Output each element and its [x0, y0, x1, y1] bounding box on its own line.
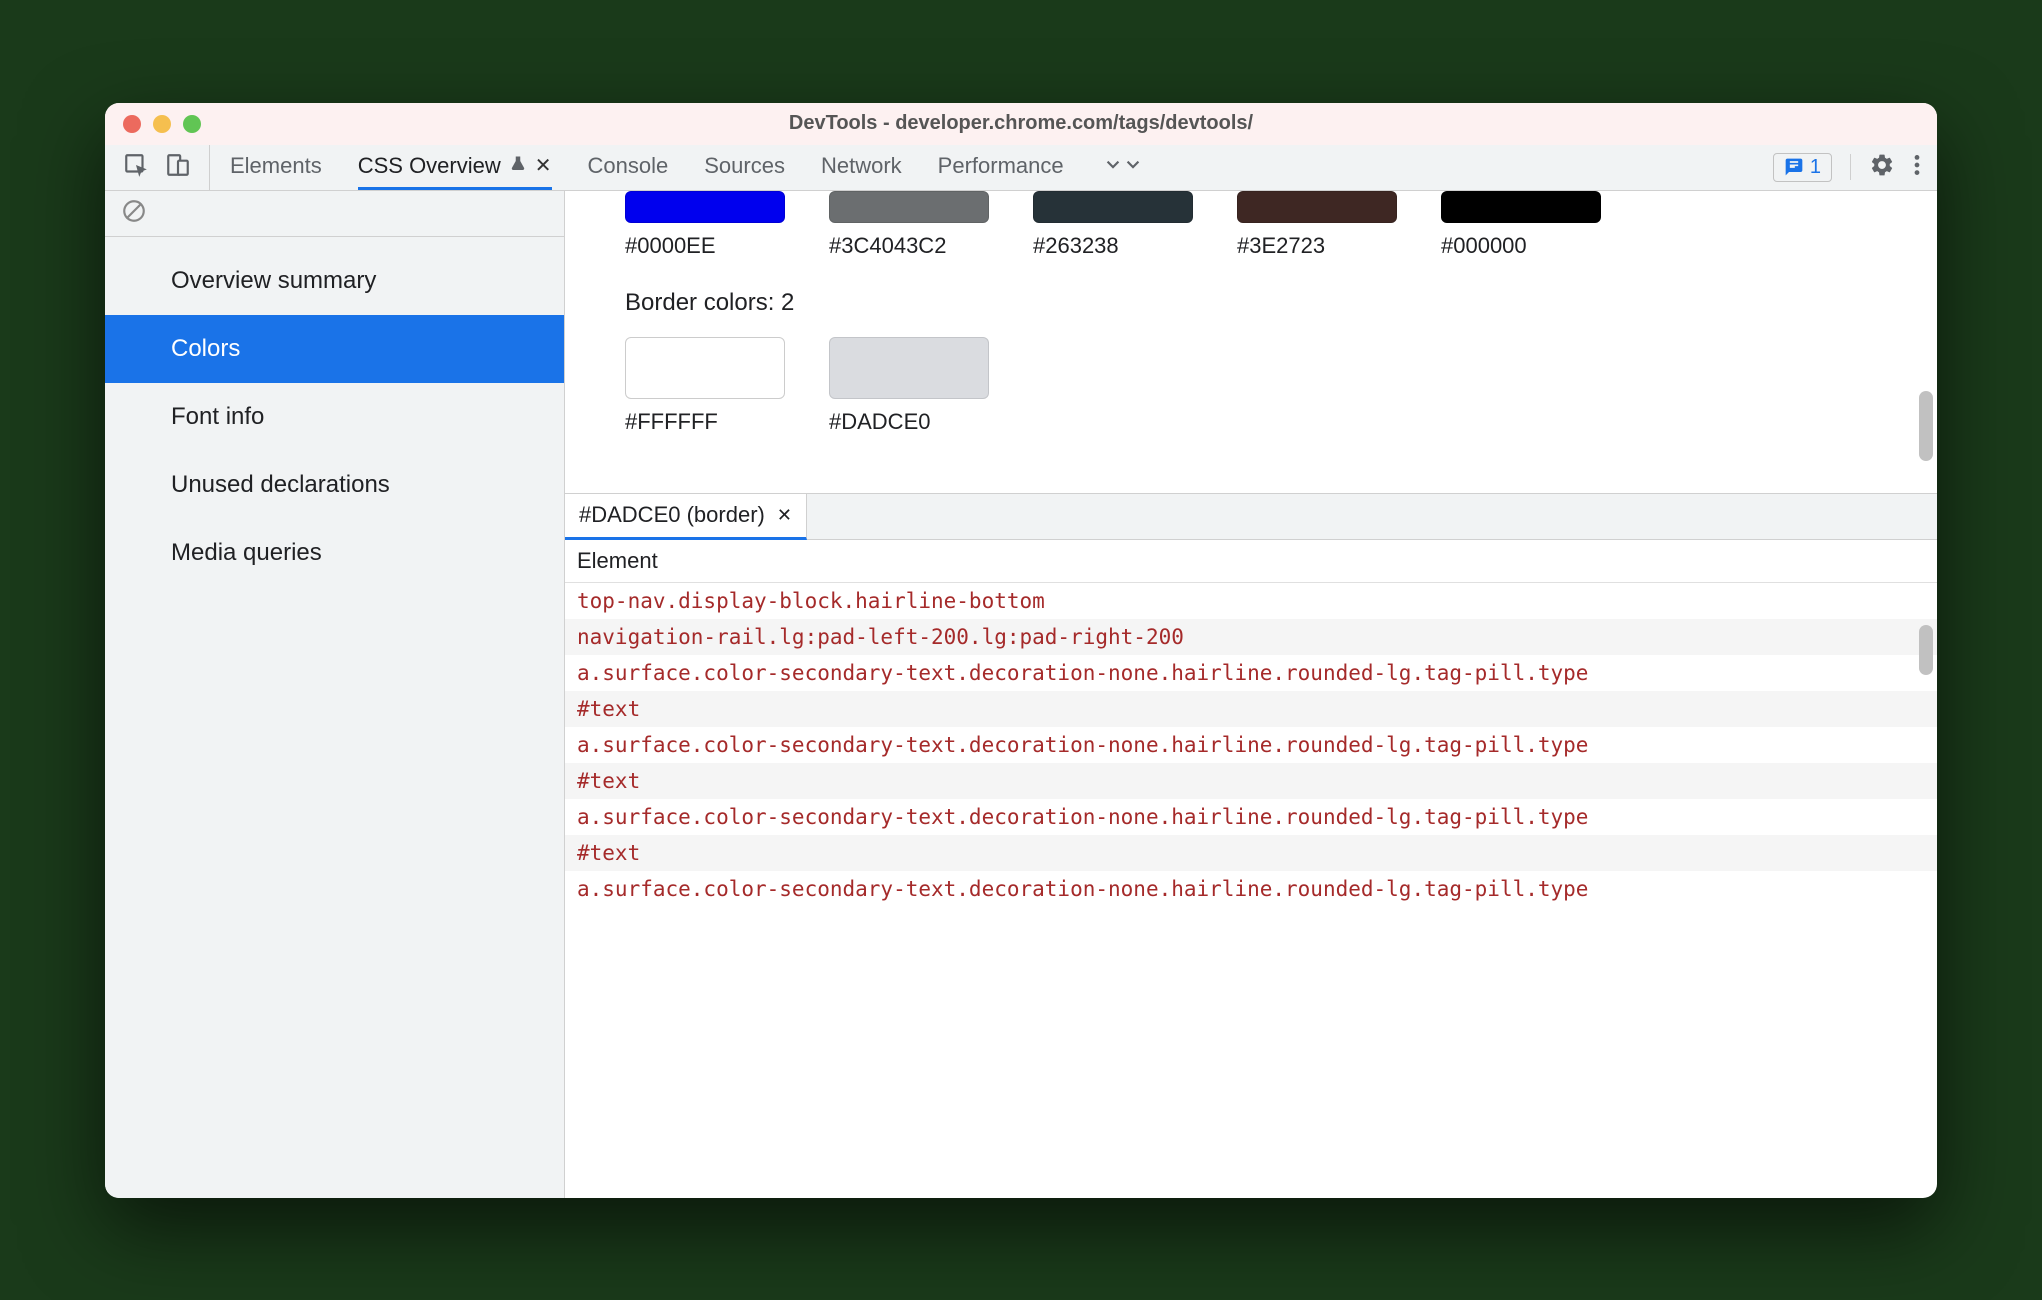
- toolbar-left-icons: [105, 145, 210, 190]
- toolbar: Elements CSS Overview ✕ Console Sources …: [105, 145, 1937, 191]
- more-tabs-button[interactable]: [1100, 145, 1146, 190]
- swatch-group[interactable]: #DADCE0: [829, 337, 989, 435]
- tab-network[interactable]: Network: [821, 145, 902, 190]
- color-swatch: [625, 191, 785, 223]
- details-tab[interactable]: #DADCE0 (border) ✕: [565, 494, 807, 540]
- close-tab-icon[interactable]: ✕: [535, 153, 552, 178]
- sidebar-top: [105, 191, 564, 237]
- swatch-group[interactable]: #263238: [1033, 191, 1193, 259]
- tab-label: Console: [588, 153, 669, 179]
- color-swatch: [829, 191, 989, 223]
- sidebar-item-colors[interactable]: Colors: [105, 315, 564, 383]
- main-content: #0000EE #3C4043C2 #263238 #3E2723: [565, 191, 1937, 1198]
- border-colors-heading: Border colors: 2: [625, 289, 1877, 317]
- element-row[interactable]: navigation-rail.lg:pad-left-200.lg:pad-r…: [565, 619, 1937, 655]
- sidebar-items: Overview summary Colors Font info Unused…: [105, 237, 564, 587]
- tab-elements[interactable]: Elements: [230, 145, 322, 190]
- swatch-group[interactable]: #3E2723: [1237, 191, 1397, 259]
- swatch-group[interactable]: #FFFFFF: [625, 337, 785, 435]
- close-tab-icon[interactable]: ✕: [777, 505, 792, 526]
- toolbar-right: 1: [1757, 145, 1937, 190]
- panel-tabs: Elements CSS Overview ✕ Console Sources …: [230, 145, 1757, 190]
- traffic-lights: [123, 115, 201, 133]
- swatch-row-border: #FFFFFF #DADCE0: [625, 337, 1877, 435]
- inspect-element-icon[interactable]: [123, 152, 149, 183]
- color-swatch: [829, 337, 989, 399]
- element-row[interactable]: a.surface.color-secondary-text.decoratio…: [565, 799, 1937, 835]
- swatch-label: #000000: [1441, 233, 1601, 259]
- clear-icon[interactable]: [121, 198, 147, 229]
- tab-performance[interactable]: Performance: [938, 145, 1064, 190]
- element-row[interactable]: a.surface.color-secondary-text.decoratio…: [565, 655, 1937, 691]
- divider: [1850, 154, 1851, 180]
- issues-count: 1: [1810, 156, 1821, 179]
- minimize-window-button[interactable]: [153, 115, 171, 133]
- colors-content: #0000EE #3C4043C2 #263238 #3E2723: [565, 191, 1937, 493]
- element-row[interactable]: #text: [565, 691, 1937, 727]
- scrollbar-thumb[interactable]: [1919, 391, 1933, 461]
- device-toggle-icon[interactable]: [165, 152, 191, 183]
- color-swatch: [625, 337, 785, 399]
- issues-badge[interactable]: 1: [1773, 153, 1832, 182]
- element-row[interactable]: a.surface.color-secondary-text.decoratio…: [565, 871, 1937, 907]
- swatch-label: #0000EE: [625, 233, 785, 259]
- window-title: DevTools - developer.chrome.com/tags/dev…: [105, 112, 1937, 135]
- panel-body: Overview summary Colors Font info Unused…: [105, 191, 1937, 1198]
- tab-sources[interactable]: Sources: [704, 145, 785, 190]
- close-window-button[interactable]: [123, 115, 141, 133]
- color-swatch: [1441, 191, 1601, 223]
- details-panel: #DADCE0 (border) ✕ Element top-nav.displ…: [565, 493, 1937, 1198]
- color-swatch: [1237, 191, 1397, 223]
- details-column-header: Element: [565, 540, 1937, 583]
- sidebar-item-media-queries[interactable]: Media queries: [105, 519, 564, 587]
- tab-label: CSS Overview: [358, 153, 501, 179]
- tab-console[interactable]: Console: [588, 145, 669, 190]
- tab-label: Performance: [938, 153, 1064, 179]
- swatch-label: #263238: [1033, 233, 1193, 259]
- devtools-window: DevTools - developer.chrome.com/tags/dev…: [105, 103, 1937, 1198]
- titlebar: DevTools - developer.chrome.com/tags/dev…: [105, 103, 1937, 145]
- element-row[interactable]: #text: [565, 763, 1937, 799]
- sidebar: Overview summary Colors Font info Unused…: [105, 191, 565, 1198]
- swatch-label: #3E2723: [1237, 233, 1397, 259]
- flask-icon: [509, 153, 527, 179]
- sidebar-item-overview-summary[interactable]: Overview summary: [105, 247, 564, 315]
- tab-css-overview[interactable]: CSS Overview ✕: [358, 145, 552, 190]
- swatch-group[interactable]: #0000EE: [625, 191, 785, 259]
- sidebar-item-font-info[interactable]: Font info: [105, 383, 564, 451]
- swatch-row-top: #0000EE #3C4043C2 #263238 #3E2723: [625, 191, 1877, 259]
- element-row[interactable]: #text: [565, 835, 1937, 871]
- tab-label: Sources: [704, 153, 785, 179]
- settings-icon[interactable]: [1869, 152, 1895, 183]
- tab-label: Network: [821, 153, 902, 179]
- swatch-group[interactable]: #000000: [1441, 191, 1601, 259]
- scrollbar-thumb[interactable]: [1919, 625, 1933, 675]
- swatch-label: #3C4043C2: [829, 233, 989, 259]
- details-tab-label: #DADCE0 (border): [579, 502, 765, 528]
- swatch-label: #DADCE0: [829, 409, 989, 435]
- issues-icon: [1784, 157, 1804, 177]
- element-list: top-nav.display-block.hairline-bottom na…: [565, 583, 1937, 1198]
- element-row[interactable]: a.surface.color-secondary-text.decoratio…: [565, 727, 1937, 763]
- color-swatch: [1033, 191, 1193, 223]
- details-tabbar: #DADCE0 (border) ✕: [565, 494, 1937, 540]
- tab-label: Elements: [230, 153, 322, 179]
- maximize-window-button[interactable]: [183, 115, 201, 133]
- element-row[interactable]: top-nav.display-block.hairline-bottom: [565, 583, 1937, 619]
- swatch-label: #FFFFFF: [625, 409, 785, 435]
- sidebar-item-unused-declarations[interactable]: Unused declarations: [105, 451, 564, 519]
- swatch-group[interactable]: #3C4043C2: [829, 191, 989, 259]
- more-menu-icon[interactable]: [1913, 152, 1921, 183]
